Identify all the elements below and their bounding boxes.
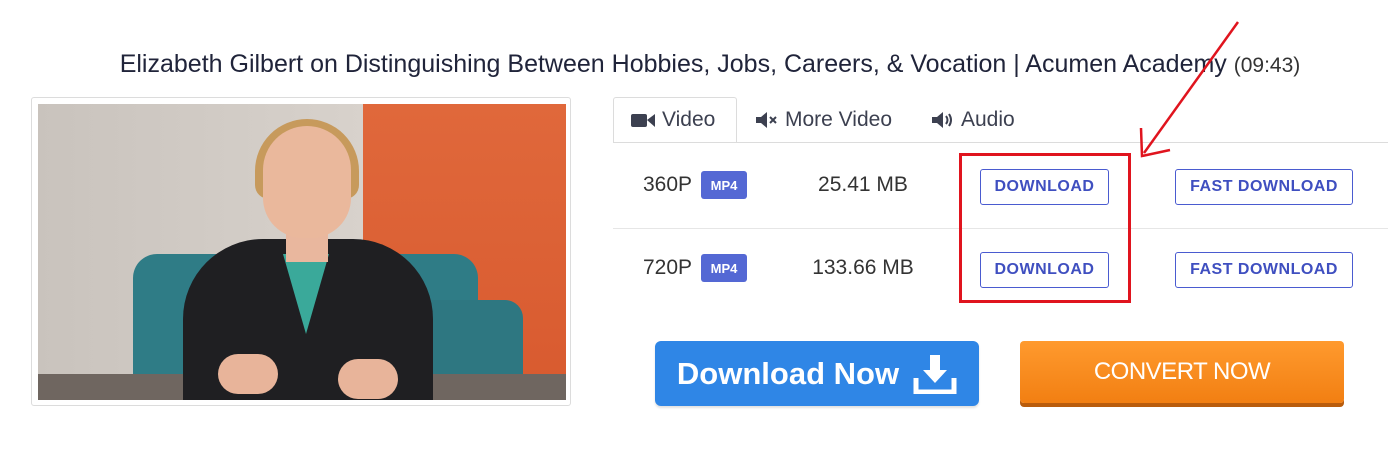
tab-audio[interactable]: Audio bbox=[915, 97, 1035, 143]
download-now-button[interactable]: Download Now bbox=[655, 341, 979, 406]
convert-now-button[interactable]: CONVERT NOW bbox=[1020, 341, 1344, 403]
download-tray-icon bbox=[913, 354, 957, 394]
annotation-arrow-icon bbox=[1130, 10, 1250, 165]
video-thumbnail[interactable] bbox=[38, 104, 566, 400]
row-file-size: 25.41 MB bbox=[818, 173, 908, 196]
tab-audio-label: Audio bbox=[961, 108, 1015, 131]
row-file-size: 133.66 MB bbox=[812, 256, 914, 279]
thumbnail-person-hand-right bbox=[338, 359, 398, 399]
annotation-highlight-box bbox=[959, 153, 1131, 303]
fast-download-button[interactable]: FAST DOWNLOAD bbox=[1175, 169, 1353, 205]
download-now-label: Download Now bbox=[676, 355, 900, 391]
row-quality: 360P bbox=[643, 173, 693, 196]
format-badge: MP4 bbox=[701, 171, 747, 199]
tab-more-video-label: More Video bbox=[785, 108, 893, 131]
speaker-icon bbox=[931, 111, 955, 129]
tab-video[interactable]: Video bbox=[613, 97, 737, 143]
fast-download-button[interactable]: FAST DOWNLOAD bbox=[1175, 252, 1353, 288]
muted-speaker-icon bbox=[755, 111, 779, 129]
tab-divider bbox=[613, 142, 1388, 143]
tab-video-label: Video bbox=[662, 108, 716, 131]
video-camera-icon bbox=[630, 111, 656, 129]
video-thumbnail-frame bbox=[31, 97, 571, 406]
row-quality: 720P bbox=[643, 256, 693, 279]
video-title-text: Elizabeth Gilbert on Distinguishing Betw… bbox=[119, 50, 1227, 78]
thumbnail-person-head bbox=[263, 126, 351, 238]
tab-more-video[interactable]: More Video bbox=[739, 97, 909, 143]
format-badge: MP4 bbox=[701, 254, 747, 282]
thumbnail-person-hand-left bbox=[218, 354, 278, 394]
